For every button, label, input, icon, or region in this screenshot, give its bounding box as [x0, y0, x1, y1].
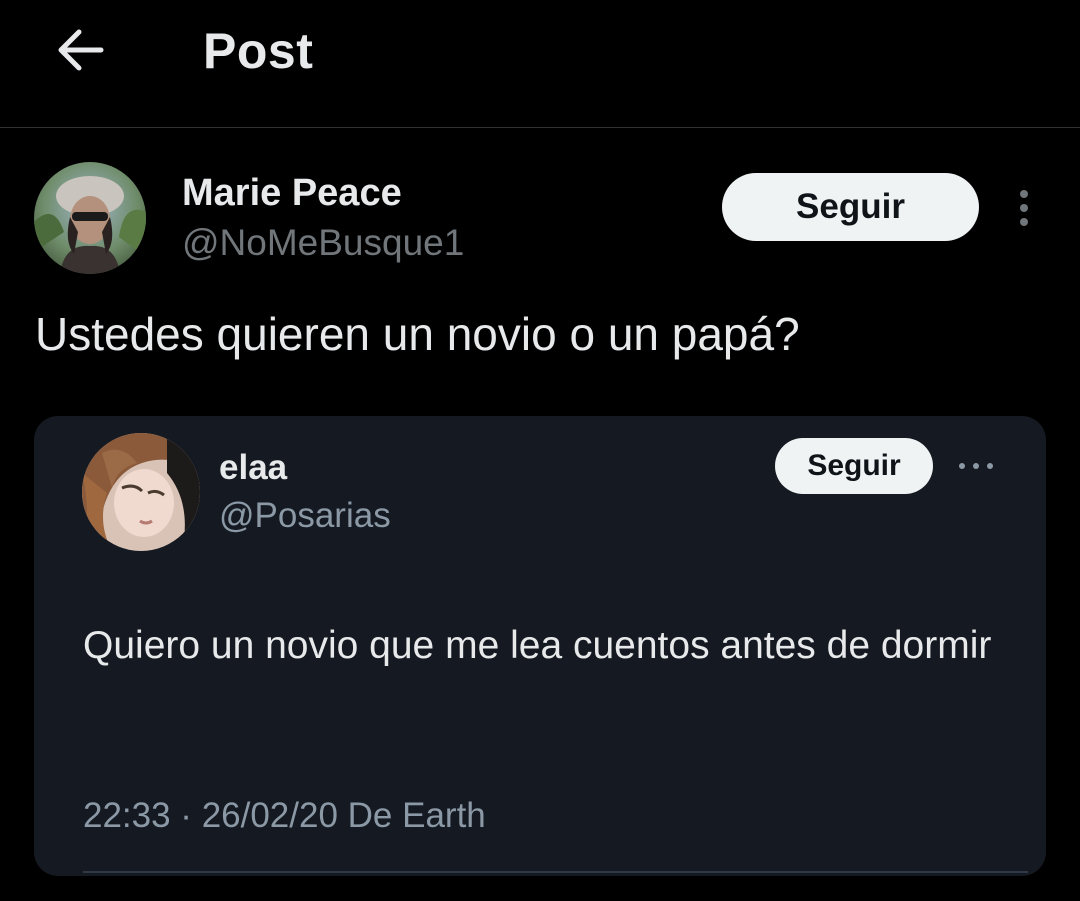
quoted-post-card[interactable]: elaa @Posarias Seguir Quiero un novio qu… [34, 416, 1046, 876]
follow-button[interactable]: Seguir [722, 173, 979, 241]
more-options-button[interactable] [1006, 184, 1042, 232]
author-name[interactable]: Marie Peace [182, 172, 402, 215]
page-title: Post [203, 23, 314, 79]
back-button[interactable] [40, 18, 120, 82]
avatar-photo-icon [82, 433, 200, 551]
arrow-left-icon [58, 29, 104, 71]
top-bar: Post [0, 0, 1080, 128]
quoted-author-name[interactable]: elaa [219, 448, 287, 488]
quoted-post-timestamp: 22:33 · 26/02/20 De Earth [83, 796, 486, 835]
more-vertical-icon [1020, 190, 1028, 226]
post-text: Ustedes quieren un novio o un papá? [35, 308, 800, 360]
quoted-follow-button[interactable]: Seguir [775, 438, 933, 494]
author-handle[interactable]: @NoMeBusque1 [182, 222, 464, 264]
quoted-avatar[interactable] [82, 433, 200, 551]
avatar-photo-icon [34, 162, 146, 274]
more-horizontal-icon [959, 463, 993, 469]
post-author: Marie Peace @NoMeBusque1 Seguir [0, 160, 1080, 280]
quoted-more-options-button[interactable] [954, 452, 998, 480]
quoted-post-text: Quiero un novio que me lea cuentos antes… [83, 624, 992, 667]
avatar[interactable] [34, 162, 146, 274]
divider [83, 871, 1028, 873]
quoted-author-handle[interactable]: @Posarias [219, 496, 391, 536]
